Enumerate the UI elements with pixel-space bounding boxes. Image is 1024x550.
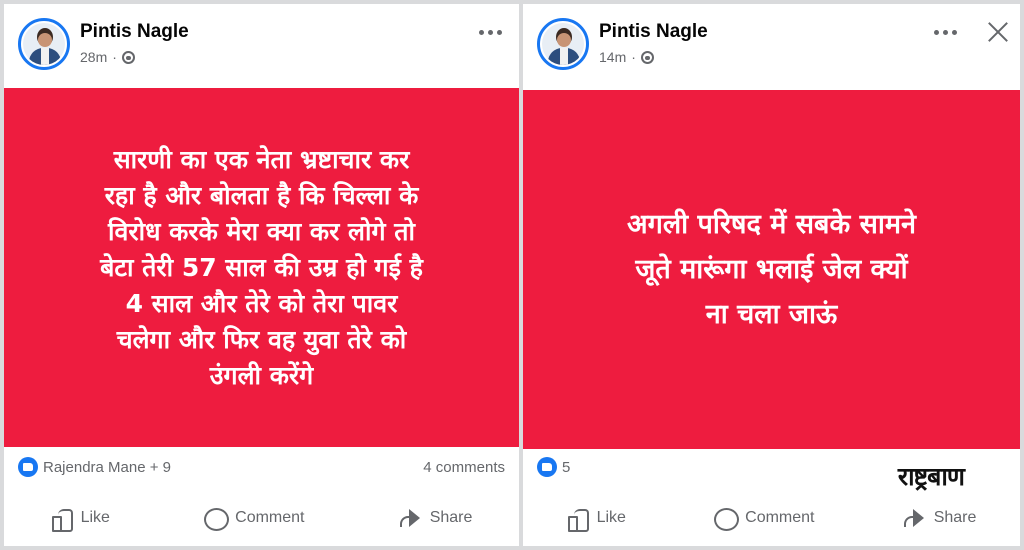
post-time[interactable]: 14m (599, 49, 626, 65)
post-meta: 28m · (80, 49, 135, 65)
comment-label: Comment (235, 509, 305, 526)
share-label: Share (933, 509, 977, 526)
globe-icon (640, 50, 654, 64)
comment-button[interactable]: Comment (713, 507, 815, 531)
author-name[interactable]: Pintis Nagle (80, 21, 189, 43)
meta-separator: · (631, 49, 636, 65)
card-line: उंगली करेंगे (209, 360, 314, 390)
post-text-card: सारणी का एक नेता भ्रष्टाचार कर रहा है और… (4, 88, 519, 447)
share-button[interactable]: Share (398, 507, 473, 529)
share-label: Share (429, 509, 473, 526)
like-badge-icon (537, 457, 557, 477)
reactions-summary[interactable]: Rajendra Mane + 9 (43, 459, 171, 476)
post-time[interactable]: 28m (80, 49, 107, 65)
comment-label: Comment (745, 509, 815, 526)
comment-button[interactable]: Comment (203, 507, 305, 531)
post-actions: Like Comment Share (4, 498, 519, 538)
card-line: अगली परिषद में सबके सामने (627, 209, 916, 240)
like-label: Like (80, 509, 110, 526)
avatar[interactable] (18, 18, 70, 70)
reactions-bar: Rajendra Mane + 9 4 comments (4, 451, 519, 483)
avatar[interactable] (537, 18, 589, 70)
meta-separator: · (112, 49, 117, 65)
thumb-icon (51, 507, 73, 532)
card-line: चलेगा और फिर वह युवा तेरे को (116, 324, 407, 354)
author-name[interactable]: Pintis Nagle (599, 21, 708, 43)
like-label: Like (596, 509, 626, 526)
globe-icon (121, 50, 135, 64)
post-card-right: Pintis Nagle 14m · अगली परिषद में सबके स… (523, 4, 1020, 546)
card-line: रहा है और बोलता है कि चिल्ला के (104, 180, 419, 210)
post-header: Pintis Nagle 14m · (523, 4, 1020, 88)
share-icon (902, 507, 926, 529)
watermark-logo: राष्ट्रबाण (897, 462, 965, 491)
like-badge-icon (18, 457, 38, 477)
thumb-icon (567, 507, 589, 532)
post-meta: 14m · (599, 49, 654, 65)
share-icon (398, 507, 422, 529)
share-button[interactable]: Share (902, 507, 977, 529)
card-line: जूते मारूंगा भलाई जेल क्यों (635, 254, 908, 285)
comment-icon (203, 507, 230, 531)
reactions-count[interactable]: 5 (562, 459, 570, 476)
comments-count[interactable]: 4 comments (423, 459, 505, 476)
card-line: विरोध करके मेरा क्या कर लोगे तो (108, 216, 415, 246)
close-icon[interactable] (982, 16, 1014, 48)
card-line: ना चला जाऊं (705, 299, 838, 330)
more-icon[interactable] (473, 22, 507, 42)
card-line: सारणी का एक नेता भ्रष्टाचार कर (113, 144, 410, 174)
comment-icon (713, 507, 740, 531)
like-button[interactable]: Like (567, 507, 626, 532)
more-icon[interactable] (928, 22, 962, 42)
post-card-left: Pintis Nagle 28m · सारणी का एक नेता भ्रष… (4, 4, 519, 546)
card-line: बेटा तेरी 57 साल की उम्र हो गई है (100, 252, 423, 282)
post-actions: Like Comment Share (523, 498, 1020, 538)
post-header: Pintis Nagle 28m · (4, 4, 519, 88)
post-text-card: अगली परिषद में सबके सामने जूते मारूंगा भ… (523, 90, 1020, 449)
like-button[interactable]: Like (51, 507, 110, 532)
card-line: 4 साल और तेरे को तेरा पावर (125, 288, 398, 318)
